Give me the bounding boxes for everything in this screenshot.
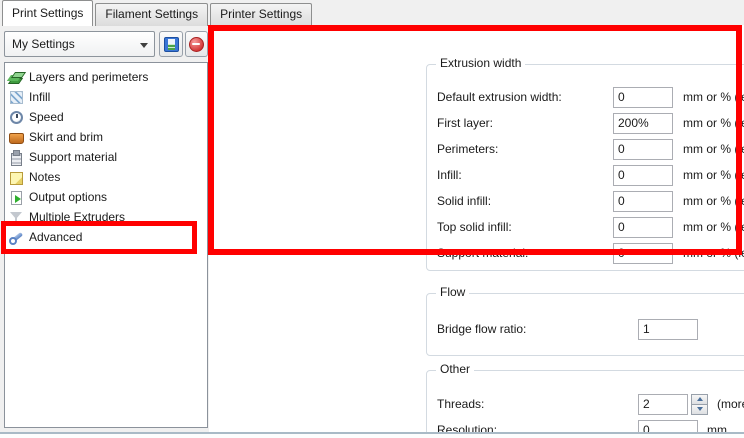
settings-tab-bar: Print Settings Filament Settings Printer… [0, 0, 744, 26]
default-extrusion-width-input[interactable] [613, 87, 673, 108]
top-solid-infill-input[interactable] [613, 217, 673, 238]
field-hint: mm or % (leave 0 for default) [683, 142, 744, 156]
form-row-threads: Threads: (more speed but more memory usa… [437, 393, 744, 415]
sidebar-item-label: Skirt and brim [24, 130, 103, 144]
triangle-down-icon [697, 407, 703, 411]
extrusion-width-group: Extrusion width Default extrusion width:… [426, 64, 744, 271]
form-row-top-solid-infill: Top solid infill: mm or % (leave 0 for d… [437, 216, 744, 238]
bridge-flow-ratio-input[interactable] [638, 319, 698, 340]
spin-down-button[interactable] [691, 405, 708, 415]
field-label: Bridge flow ratio: [437, 322, 638, 336]
field-label: Default extrusion width: [437, 90, 613, 104]
sidebar-item-label: Notes [24, 170, 60, 184]
infill-input[interactable] [613, 165, 673, 186]
sidebar-item-speed[interactable]: Speed [5, 107, 207, 127]
form-row-infill: Infill: mm or % (leave 0 for default) [437, 164, 744, 186]
field-label: Support material: [437, 246, 613, 260]
settings-category-list: Layers and perimeters Infill Speed Skirt… [4, 62, 208, 428]
field-hint: mm or % (leave 0 for default) [683, 194, 744, 208]
window-bottom-margin [0, 434, 744, 438]
building-icon [9, 150, 24, 165]
triangle-up-icon [697, 397, 703, 401]
group-title: Extrusion width [436, 56, 525, 70]
delete-preset-button[interactable] [185, 31, 208, 57]
perimeters-input[interactable] [613, 139, 673, 160]
layers-icon [9, 70, 24, 85]
form-row-bridge-flow-ratio: Bridge flow ratio: [437, 318, 744, 340]
wrench-icon [9, 230, 24, 245]
field-hint: mm or % (leave 0 for default) [683, 116, 744, 130]
support-material-input[interactable] [613, 243, 673, 264]
spin-up-button[interactable] [691, 394, 708, 405]
preset-select-value: My Settings [12, 37, 75, 51]
tab-print-settings[interactable]: Print Settings [2, 0, 93, 26]
field-hint: mm or % (leave 0 for auto) [683, 90, 744, 104]
sidebar-item-label: Support material [24, 150, 117, 164]
sidebar-item-support-material[interactable]: Support material [5, 147, 207, 167]
sidebar-item-label: Output options [24, 190, 107, 204]
field-label: First layer: [437, 116, 613, 130]
chevron-down-icon [140, 43, 148, 48]
field-hint: mm or % (leave 0 for default) [683, 220, 744, 234]
solid-infill-input[interactable] [613, 191, 673, 212]
sidebar-item-label: Multiple Extruders [24, 210, 125, 224]
sidebar-item-label: Layers and perimeters [24, 70, 148, 84]
field-hint: (more speed but more memory usage) [717, 397, 744, 411]
first-layer-input[interactable] [613, 113, 673, 134]
sidebar-item-infill[interactable]: Infill [5, 87, 207, 107]
threads-input[interactable] [638, 394, 688, 415]
save-preset-button[interactable] [159, 31, 183, 57]
sidebar-item-output-options[interactable]: Output options [5, 187, 207, 207]
field-label: Perimeters: [437, 142, 613, 156]
form-row-solid-infill: Solid infill: mm or % (leave 0 for defau… [437, 190, 744, 212]
tab-printer-settings[interactable]: Printer Settings [210, 3, 312, 26]
group-title: Flow [436, 285, 469, 299]
sticky-note-icon [9, 170, 24, 185]
flow-group: Flow Bridge flow ratio: [426, 293, 744, 356]
tab-filament-settings[interactable]: Filament Settings [95, 3, 208, 26]
sidebar-item-label: Advanced [24, 230, 82, 244]
other-group: Other Threads: (more speed but more memo… [426, 370, 744, 438]
clock-icon [9, 110, 24, 125]
floppy-disk-icon [164, 37, 179, 52]
form-row-perimeters: Perimeters: mm or % (leave 0 for default… [437, 138, 744, 160]
skirt-box-icon [9, 130, 24, 145]
funnel-icon [9, 210, 24, 225]
red-minus-circle-icon [189, 37, 204, 52]
sidebar-item-skirt-and-brim[interactable]: Skirt and brim [5, 127, 207, 147]
group-title: Other [436, 362, 474, 376]
infill-pattern-icon [9, 90, 24, 105]
field-label: Solid infill: [437, 194, 613, 208]
page-arrow-icon [9, 190, 24, 205]
sidebar-item-label: Speed [24, 110, 64, 124]
field-label: Top solid infill: [437, 220, 613, 234]
sidebar-item-notes[interactable]: Notes [5, 167, 207, 187]
field-hint: mm or % (leave 0 for default) [683, 246, 744, 260]
form-row-first-layer: First layer: mm or % (leave 0 for defaul… [437, 112, 744, 134]
sidebar-item-label: Infill [24, 90, 50, 104]
threads-spinner [691, 394, 708, 415]
slicer-settings-window: Print Settings Filament Settings Printer… [0, 0, 744, 438]
form-row-default-extrusion-width: Default extrusion width: mm or % (leave … [437, 86, 744, 108]
sidebar-item-advanced[interactable]: Advanced [5, 227, 207, 247]
form-row-support-material: Support material: mm or % (leave 0 for d… [437, 242, 744, 264]
preset-select[interactable]: My Settings [4, 31, 155, 57]
sidebar-item-multiple-extruders[interactable]: Multiple Extruders [5, 207, 207, 227]
field-hint: mm or % (leave 0 for default) [683, 168, 744, 182]
sidebar-item-layers-and-perimeters[interactable]: Layers and perimeters [5, 67, 207, 87]
field-label: Infill: [437, 168, 613, 182]
settings-page-advanced: Extrusion width Default extrusion width:… [209, 25, 744, 432]
field-label: Threads: [437, 397, 638, 411]
